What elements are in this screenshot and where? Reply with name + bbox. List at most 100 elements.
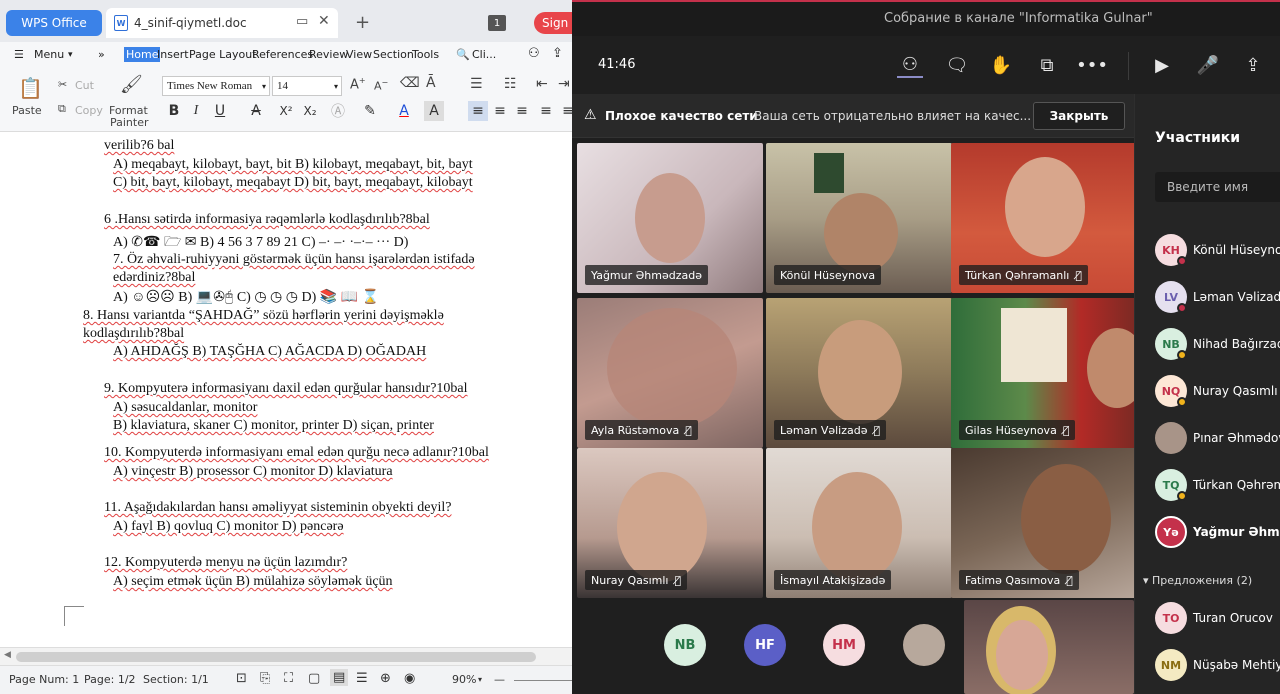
document-map-icon[interactable]: ⎘ bbox=[260, 671, 270, 686]
outdent-icon[interactable]: ⇤ bbox=[536, 76, 548, 92]
video-tile[interactable]: Türkan Qəhrəmanlı 🎙̸ bbox=[951, 143, 1137, 293]
collaborate-icon[interactable]: ⚇ bbox=[528, 46, 540, 61]
status-page[interactable]: Page: 1/2 bbox=[84, 673, 136, 686]
menu-home[interactable]: Home bbox=[124, 47, 161, 62]
participant-avatar[interactable]: NB bbox=[664, 624, 706, 666]
menu-review[interactable]: Review bbox=[309, 48, 348, 61]
subscript-icon[interactable]: X₂ bbox=[300, 101, 320, 121]
share-screen-icon[interactable]: ⇪ bbox=[1240, 52, 1266, 78]
menu-references[interactable]: References bbox=[252, 48, 313, 61]
close-warning-button[interactable]: Закрыть bbox=[1033, 102, 1125, 130]
menu-view[interactable]: View bbox=[346, 48, 372, 61]
chevron-down-icon[interactable]: ▾ bbox=[68, 50, 73, 60]
eye-protection-icon[interactable]: ◉ bbox=[404, 671, 415, 686]
video-tile[interactable]: Könül Hüseynova bbox=[766, 143, 952, 293]
zoom-slider[interactable] bbox=[514, 680, 572, 681]
search-icon[interactable]: 🔍 bbox=[456, 48, 470, 61]
self-video[interactable] bbox=[964, 600, 1134, 694]
more-options-icon[interactable]: ••• bbox=[1076, 52, 1108, 78]
participant-item[interactable]: TQ Türkan Qəhrəmanlı bbox=[1155, 469, 1280, 503]
grow-font-icon[interactable]: A+ bbox=[350, 76, 366, 92]
status-section[interactable]: Section: 1/1 bbox=[143, 673, 209, 686]
zoom-level[interactable]: 90% bbox=[452, 673, 476, 686]
horizontal-scrollbar[interactable]: ◀ bbox=[0, 647, 572, 665]
italic-icon[interactable]: I bbox=[186, 101, 206, 121]
align-left-icon[interactable]: ≡ bbox=[468, 101, 488, 121]
numbering-icon[interactable]: ☷ bbox=[504, 76, 517, 92]
sign-in-button[interactable]: Sign in bbox=[534, 12, 572, 34]
phonetic-icon[interactable]: Ā bbox=[426, 75, 436, 91]
raise-hand-icon[interactable]: ✋ bbox=[988, 52, 1014, 78]
video-tile[interactable]: Fatimə Qasımova 🎙̸ bbox=[951, 448, 1137, 598]
copy-icon[interactable]: ⧉ bbox=[58, 102, 66, 116]
print-layout-icon[interactable]: ▤ bbox=[330, 669, 349, 686]
video-tile[interactable]: Yağmur Əhmədzadə bbox=[577, 143, 763, 293]
font-color-icon[interactable]: A bbox=[394, 101, 414, 121]
camera-icon[interactable]: ▶ bbox=[1149, 52, 1175, 78]
underline-icon[interactable]: U bbox=[210, 101, 230, 121]
microphone-icon[interactable]: 🎤 bbox=[1195, 52, 1221, 78]
participant-item[interactable]: NQ Nuray Qasımlı bbox=[1155, 375, 1280, 409]
web-layout-icon[interactable]: ⊕ bbox=[380, 671, 391, 686]
video-tile[interactable]: İsmayıl Atakişizadə bbox=[766, 448, 952, 598]
zoom-out-icon[interactable]: — bbox=[494, 673, 505, 686]
read-mode-icon[interactable]: ▢ bbox=[308, 671, 320, 686]
video-tile[interactable]: Nuray Qasımlı 🎙̸ bbox=[577, 448, 763, 598]
participant-search-input[interactable]: Введите имя bbox=[1155, 172, 1280, 202]
double-chevron-icon[interactable]: » bbox=[98, 48, 105, 61]
indent-icon[interactable]: ⇥ bbox=[558, 76, 570, 92]
participants-icon[interactable]: ⚇ bbox=[897, 52, 923, 78]
menu-insert[interactable]: Insert bbox=[157, 48, 189, 61]
participant-item[interactable]: NB Nihad Bağırzadə bbox=[1155, 328, 1280, 362]
participant-avatar[interactable]: HM bbox=[823, 624, 865, 666]
rooms-icon[interactable]: ⧉ bbox=[1034, 52, 1060, 78]
video-tile[interactable]: Ləman Vəlizadə 🎙̸ bbox=[766, 298, 952, 448]
char-shading-icon[interactable]: A bbox=[424, 101, 444, 121]
chevron-down-icon[interactable]: ▾ bbox=[478, 675, 482, 684]
document-tab[interactable]: W 4_sinif-qiymetl.doc ▭ ✕ bbox=[106, 8, 338, 38]
shrink-font-icon[interactable]: A− bbox=[374, 78, 388, 93]
participant-item[interactable]: Yə Yağmur Əhmədzadə bbox=[1155, 516, 1280, 550]
monitor-icon[interactable]: ▭ bbox=[296, 14, 308, 29]
highlight-icon[interactable]: ✎ bbox=[360, 101, 380, 121]
suggestion-item[interactable]: NM Nüşabə Mehtiyeva bbox=[1155, 649, 1280, 683]
outline-view-icon[interactable]: ☰ bbox=[356, 671, 368, 686]
suggestions-header[interactable]: ▾ Предложения (2) bbox=[1143, 574, 1252, 587]
suggestion-item[interactable]: TO Turan Orucov bbox=[1155, 602, 1280, 636]
scroll-left-icon[interactable]: ◀ bbox=[4, 650, 11, 660]
cut-icon[interactable]: ✂ bbox=[58, 78, 67, 91]
bold-icon[interactable]: B bbox=[164, 101, 184, 121]
command-search[interactable]: Cli... bbox=[472, 48, 496, 61]
menu-tools[interactable]: Tools bbox=[412, 48, 439, 61]
menu-section[interactable]: Section bbox=[373, 48, 414, 61]
new-tab-icon[interactable]: + bbox=[355, 12, 370, 33]
justify-icon[interactable]: ≡ bbox=[536, 101, 556, 121]
video-tile[interactable]: Ayla Rüstəmova 🎙̸ bbox=[577, 298, 763, 448]
hamburger-icon[interactable]: ☰ bbox=[14, 48, 24, 61]
align-right-icon[interactable]: ≡ bbox=[512, 101, 532, 121]
share-icon[interactable]: ⇪ bbox=[552, 46, 563, 61]
participant-item[interactable]: LV Ləman Vəlizadə bbox=[1155, 281, 1280, 315]
font-size-select[interactable]: 14 ▾ bbox=[272, 76, 342, 96]
font-name-select[interactable]: Times New Roman ▾ bbox=[162, 76, 270, 96]
close-tab-icon[interactable]: ✕ bbox=[318, 13, 330, 29]
scrollbar-thumb[interactable] bbox=[16, 652, 536, 662]
participant-item[interactable]: KH Könül Hüseynova bbox=[1155, 234, 1280, 268]
cut-button[interactable]: Cut bbox=[75, 79, 94, 92]
wps-office-tab[interactable]: WPS Office bbox=[6, 10, 102, 36]
text-effect-icon[interactable]: Ⓐ bbox=[328, 101, 348, 121]
superscript-icon[interactable]: X² bbox=[276, 101, 296, 121]
proofing-icon[interactable]: ⊡ bbox=[236, 671, 247, 686]
distributed-icon[interactable]: ≡ bbox=[558, 101, 572, 121]
fullscreen-icon[interactable]: ⛶ bbox=[284, 671, 293, 686]
strikethrough-icon[interactable]: A bbox=[246, 101, 266, 121]
tab-count-badge[interactable]: 1 bbox=[488, 15, 506, 31]
paste-icon[interactable]: 📋 bbox=[18, 76, 43, 100]
menu-button[interactable]: Menu bbox=[34, 48, 64, 61]
bullets-icon[interactable]: ☰ bbox=[470, 76, 483, 92]
chat-icon[interactable]: 🗨 bbox=[944, 52, 970, 78]
paste-button[interactable]: Paste bbox=[12, 104, 42, 117]
status-page-num[interactable]: Page Num: 1 bbox=[9, 673, 79, 686]
participant-item[interactable]: Pınar Əhmədova bbox=[1155, 422, 1280, 456]
participant-avatar[interactable]: HF bbox=[744, 624, 786, 666]
